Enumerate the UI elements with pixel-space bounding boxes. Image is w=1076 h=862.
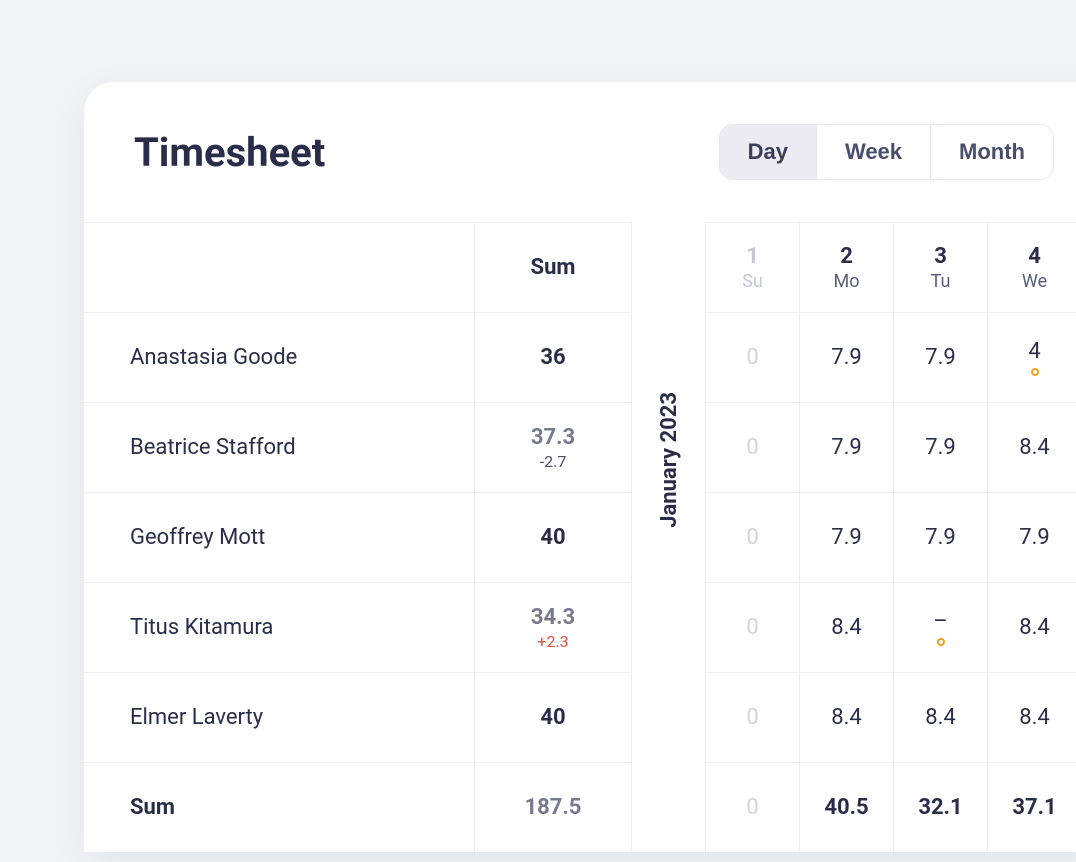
hour-cell[interactable]: 0 <box>706 492 799 582</box>
header: Timesheet Day Week Month <box>84 82 1076 222</box>
timesheet-card: Timesheet Day Week Month Anastasia Goode… <box>84 82 1076 852</box>
employee-name: Titus Kitamura <box>130 615 273 640</box>
hour-cell[interactable]: 0 <box>706 402 799 492</box>
table-row[interactable]: Beatrice Stafford <box>84 402 474 492</box>
hour-cell[interactable]: 7.9 <box>800 312 893 402</box>
table-row[interactable]: Titus Kitamura <box>84 582 474 672</box>
hour-cell[interactable]: 8.4 <box>988 402 1076 492</box>
sum-cell[interactable]: 40 <box>475 492 631 582</box>
toggle-week-button[interactable]: Week <box>817 125 931 179</box>
delta-value: +2.3 <box>537 632 568 651</box>
hour-cell[interactable]: 7.9 <box>988 492 1076 582</box>
hour-cell[interactable]: 4 <box>988 312 1076 402</box>
day-column: 3 Tu 7.9 7.9 7.9 – 8.4 32.1 <box>894 222 988 852</box>
hour-cell[interactable]: 7.9 <box>894 312 987 402</box>
table-row[interactable]: Geoffrey Mott <box>84 492 474 582</box>
footer-hour-cell: 40.5 <box>800 762 893 852</box>
hour-cell[interactable]: 8.4 <box>988 672 1076 762</box>
day-column: 2 Mo 7.9 7.9 7.9 8.4 8.4 40.5 <box>800 222 894 852</box>
view-toggle: Day Week Month <box>719 124 1054 180</box>
sum-label: Sum <box>130 795 175 820</box>
day-column: 1 Su 0 0 0 0 0 0 <box>706 222 800 852</box>
hour-cell[interactable]: 7.9 <box>894 492 987 582</box>
table-row[interactable]: Anastasia Goode <box>84 312 474 402</box>
footer-label-cell: Sum <box>84 762 474 852</box>
page-title: Timesheet <box>134 129 325 176</box>
footer-hour-cell: 37.1 <box>988 762 1076 852</box>
sum-cell[interactable]: 40 <box>475 672 631 762</box>
hour-cell[interactable]: 0 <box>706 582 799 672</box>
hour-cell[interactable]: 8.4 <box>894 672 987 762</box>
footer-hour-cell: 0 <box>706 762 799 852</box>
sum-cell[interactable]: 34.3+2.3 <box>475 582 631 672</box>
employee-name: Elmer Laverty <box>130 705 263 730</box>
day-header: 3 Tu <box>894 222 987 312</box>
header-cell-empty <box>84 222 474 312</box>
hour-cell[interactable]: 7.9 <box>800 402 893 492</box>
footer-hour-cell: 32.1 <box>894 762 987 852</box>
hour-cell[interactable]: 8.4 <box>988 582 1076 672</box>
sum-column: Sum 36 37.3-2.7 40 34.3+2.3 40 187.5 <box>474 222 632 852</box>
employee-name: Beatrice Stafford <box>130 435 296 460</box>
hour-cell[interactable]: 0 <box>706 312 799 402</box>
sum-cell[interactable]: 36 <box>475 312 631 402</box>
hour-cell[interactable]: 8.4 <box>800 582 893 672</box>
day-header: 4 We <box>988 222 1076 312</box>
name-column: Anastasia Goode Beatrice Stafford Geoffr… <box>84 222 474 852</box>
day-header: 2 Mo <box>800 222 893 312</box>
indicator-icon <box>1031 368 1039 376</box>
employee-name: Anastasia Goode <box>130 345 297 370</box>
month-label: January 2023 <box>657 392 682 528</box>
table-row[interactable]: Elmer Laverty <box>84 672 474 762</box>
month-column: January 2023 <box>632 222 706 852</box>
toggle-day-button[interactable]: Day <box>720 125 817 179</box>
hour-cell[interactable]: 8.4 <box>800 672 893 762</box>
hour-cell[interactable]: 7.9 <box>894 402 987 492</box>
hour-cell[interactable]: 7.9 <box>800 492 893 582</box>
employee-name: Geoffrey Mott <box>130 525 265 550</box>
toggle-month-button[interactable]: Month <box>931 125 1053 179</box>
indicator-icon <box>937 638 945 646</box>
delta-value: -2.7 <box>540 452 567 471</box>
day-column: 4 We 4 8.4 7.9 8.4 8.4 37.1 <box>988 222 1076 852</box>
day-header: 1 Su <box>706 222 799 312</box>
header-cell-sum: Sum <box>475 222 631 312</box>
footer-sum-cell: 187.5 <box>475 762 631 852</box>
hour-cell[interactable]: – <box>894 582 987 672</box>
days-columns: 1 Su 0 0 0 0 0 0 2 Mo 7.9 <box>706 222 1076 852</box>
hour-cell[interactable]: 0 <box>706 672 799 762</box>
timesheet-table: Anastasia Goode Beatrice Stafford Geoffr… <box>84 222 1076 852</box>
sum-cell[interactable]: 37.3-2.7 <box>475 402 631 492</box>
